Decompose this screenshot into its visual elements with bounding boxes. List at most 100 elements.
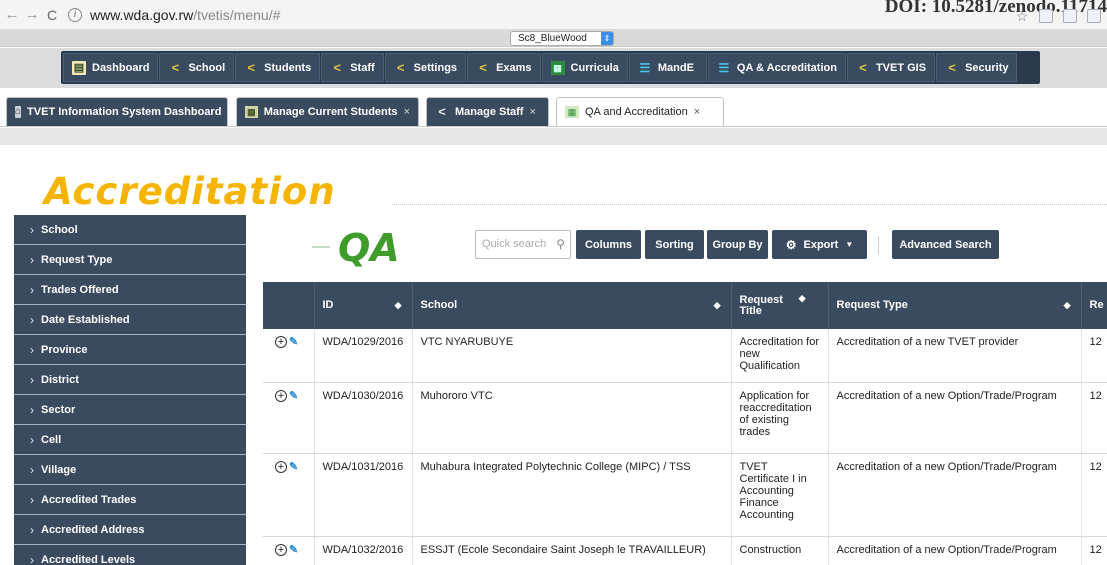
- edit-pencil-icon[interactable]: ✎: [289, 461, 298, 473]
- menu-security[interactable]: < Security: [936, 53, 1018, 82]
- sorting-button[interactable]: Sorting: [645, 230, 704, 259]
- chevron-right-icon: ›: [30, 432, 34, 447]
- sidebar-item-label: District: [41, 373, 79, 386]
- cell-request-type: Accreditation of a new Option/Trade/Prog…: [828, 453, 1082, 537]
- cell-id: WDA/1029/2016: [314, 329, 413, 383]
- sidebar-item-accredited-levels[interactable]: › Accredited Levels: [14, 545, 246, 565]
- sidebar-item-village[interactable]: › Village: [14, 455, 246, 485]
- sidebar-item-label: Cell: [41, 433, 62, 446]
- sort-icon[interactable]: ◆: [1064, 300, 1071, 311]
- tab-qa-accreditation[interactable]: ▦ QA and Accreditation ×: [556, 97, 724, 126]
- menu-staff[interactable]: < Staff: [321, 53, 384, 82]
- quick-search-input[interactable]: Quick search ⚲: [475, 230, 571, 259]
- expand-row-icon[interactable]: +: [275, 336, 287, 348]
- close-icon[interactable]: ×: [694, 106, 700, 118]
- menu-settings[interactable]: < Settings: [384, 53, 467, 82]
- table-row[interactable]: + ✎ WDA/1029/2016 VTC NYARUBUYE Accredita…: [263, 329, 1107, 383]
- address-path: /tvetis/menu/#: [193, 6, 281, 23]
- grid-icon: ▦: [550, 60, 565, 75]
- address-bar[interactable]: i www.wda.gov.rw/tvetis/menu/#: [68, 4, 280, 26]
- sort-icon[interactable]: ◆: [799, 293, 806, 304]
- requests-table: ID ◆ School ◆ Request Title ◆ Request Type ◆ …: [263, 282, 1107, 565]
- columns-button[interactable]: Columns: [576, 230, 641, 259]
- menu-label: TVET GIS: [875, 61, 927, 74]
- menu-tvet-gis[interactable]: < TVET GIS: [846, 53, 936, 82]
- cell-next: 12: [1081, 329, 1107, 383]
- cell-next: 12: [1081, 382, 1107, 454]
- page-title: Accreditation: [44, 170, 336, 213]
- tab-dashboard[interactable]: ⌂ TVET Information System Dashboard: [6, 97, 228, 126]
- bookmark-star-icon[interactable]: ☆: [1015, 9, 1029, 23]
- tab-label: Manage Current Students: [263, 106, 398, 118]
- sidebar-item-province[interactable]: › Province: [14, 335, 246, 365]
- main-menu: ▤ Dashboard < School < Students < Staff < Set…: [61, 51, 1040, 84]
- header-next-column[interactable]: Re: [1081, 282, 1107, 329]
- header-request-type[interactable]: Request Type ◆: [828, 282, 1082, 329]
- sidebar-item-accredited-trades[interactable]: › Accredited Trades: [14, 485, 246, 515]
- sidebar-item-label: Accredited Trades: [41, 493, 137, 506]
- extension-icon[interactable]: [1063, 9, 1077, 23]
- close-icon[interactable]: ×: [529, 106, 535, 118]
- edit-pencil-icon[interactable]: ✎: [289, 544, 298, 556]
- menu-label: QA & Accreditation: [736, 61, 837, 74]
- menu-students[interactable]: < Students: [235, 53, 321, 82]
- filter-sidebar: › School › Request Type › Trades Offered › D…: [14, 215, 246, 565]
- header-school[interactable]: School ◆: [412, 282, 732, 329]
- table-row[interactable]: + ✎ WDA/1030/2016 Muhororo VTC Applicatio…: [263, 382, 1107, 454]
- edit-pencil-icon[interactable]: ✎: [289, 390, 298, 402]
- sidebar-item-trades-offered[interactable]: › Trades Offered: [14, 275, 246, 305]
- content-header-band: [0, 128, 1107, 145]
- theme-select[interactable]: Sc8_BlueWood ⇕: [510, 31, 614, 46]
- export-button[interactable]: ⚙ Export ▼: [772, 230, 867, 259]
- group-by-button[interactable]: Group By: [707, 230, 768, 259]
- list-icon: ☰: [639, 60, 651, 75]
- extension-icon[interactable]: [1087, 9, 1101, 23]
- search-placeholder: Quick search: [482, 238, 547, 250]
- cell-next: 12: [1081, 453, 1107, 537]
- table-row[interactable]: + ✎ WDA/1031/2016 Muhabura Integrated Pol…: [263, 453, 1107, 537]
- menu-qa-accreditation[interactable]: ☰ QA & Accreditation: [707, 53, 846, 82]
- table-row[interactable]: + ✎ WDA/1032/2016 ESSJT (Ecole Secondaire…: [263, 536, 1107, 565]
- edit-pencil-icon[interactable]: ✎: [289, 336, 298, 348]
- share-icon: <: [948, 59, 956, 75]
- expand-row-icon[interactable]: +: [275, 460, 287, 473]
- cell-request-type: Accreditation of a new Option/Trade/Prog…: [828, 536, 1082, 565]
- title-divider: [392, 204, 1107, 205]
- close-icon[interactable]: ×: [404, 106, 410, 118]
- extension-icon[interactable]: [1039, 9, 1053, 23]
- menu-label: School: [188, 61, 226, 74]
- tab-strip: ⌂ TVET Information System Dashboard ▦ Ma…: [0, 95, 1107, 127]
- menu-label: Security: [965, 61, 1009, 74]
- site-info-icon[interactable]: i: [68, 7, 82, 22]
- caret-down-icon: ▼: [845, 240, 854, 249]
- advanced-search-button[interactable]: Advanced Search: [892, 230, 999, 259]
- expand-row-icon[interactable]: +: [275, 543, 287, 556]
- header-request-title[interactable]: Request Title ◆: [731, 282, 829, 329]
- menu-school[interactable]: < School: [159, 53, 235, 82]
- sidebar-item-cell[interactable]: › Cell: [14, 425, 246, 455]
- sort-icon[interactable]: ◆: [395, 300, 402, 311]
- sidebar-item-district[interactable]: › District: [14, 365, 246, 395]
- tab-manage-staff[interactable]: < Manage Staff ×: [426, 97, 549, 126]
- sort-icon[interactable]: ◆: [714, 300, 721, 311]
- header-label: Re: [1089, 299, 1104, 311]
- theme-select-value: Sc8_BlueWood: [518, 33, 587, 44]
- sidebar-item-accredited-address[interactable]: › Accredited Address: [14, 515, 246, 545]
- menu-label: Exams: [496, 61, 532, 74]
- row-actions: + ✎: [263, 536, 315, 565]
- menu-mande[interactable]: ☰ MandE: [628, 53, 707, 82]
- reload-icon[interactable]: C: [44, 7, 60, 23]
- header-label: ID: [322, 299, 334, 311]
- menu-exams[interactable]: < Exams: [467, 53, 541, 82]
- cell-next: 12: [1081, 536, 1107, 565]
- tab-manage-current-students[interactable]: ▦ Manage Current Students ×: [236, 97, 419, 126]
- expand-row-icon[interactable]: +: [275, 389, 287, 402]
- sidebar-item-sector[interactable]: › Sector: [14, 395, 246, 425]
- menu-dashboard[interactable]: ▤ Dashboard: [63, 53, 159, 82]
- back-icon[interactable]: ←: [4, 6, 20, 23]
- cell-school: Muhabura Integrated Polytechnic College …: [412, 453, 732, 537]
- forward-icon[interactable]: →: [24, 6, 40, 23]
- header-id[interactable]: ID ◆: [314, 282, 413, 329]
- menu-curricula[interactable]: ▦ Curricula: [541, 53, 628, 82]
- sidebar-item-date-established[interactable]: › Date Established: [14, 305, 246, 335]
